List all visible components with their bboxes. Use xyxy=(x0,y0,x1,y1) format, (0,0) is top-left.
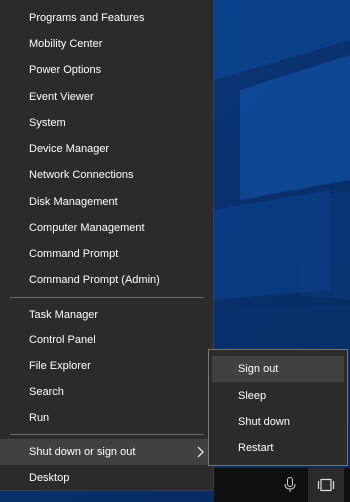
menu-item-run[interactable]: Run xyxy=(0,405,213,431)
menu-item-mobility-center[interactable]: Mobility Center xyxy=(0,31,213,57)
menu-item-desktop[interactable]: Desktop xyxy=(0,465,213,491)
menu-item-disk-management[interactable]: Disk Management xyxy=(0,189,213,215)
menu-separator xyxy=(10,297,204,298)
menu-item-search[interactable]: Search xyxy=(0,379,213,405)
submenu-item-sign-out[interactable]: Sign out xyxy=(212,356,344,382)
winx-menu: Programs and Features Mobility Center Po… xyxy=(0,0,214,491)
menu-item-file-explorer[interactable]: File Explorer xyxy=(0,353,213,379)
shutdown-submenu: Sign out Sleep Shut down Restart xyxy=(208,349,348,466)
menu-item-programs-and-features[interactable]: Programs and Features xyxy=(0,5,213,31)
menu-item-system[interactable]: System xyxy=(0,110,213,136)
menu-separator xyxy=(10,434,204,435)
task-view-button[interactable] xyxy=(308,468,344,502)
menu-item-power-options[interactable]: Power Options xyxy=(0,57,213,83)
menu-item-network-connections[interactable]: Network Connections xyxy=(0,162,213,188)
menu-item-computer-management[interactable]: Computer Management xyxy=(0,215,213,241)
chevron-right-icon xyxy=(197,446,204,458)
menu-item-task-manager[interactable]: Task Manager xyxy=(0,302,213,328)
submenu-item-restart[interactable]: Restart xyxy=(212,435,344,461)
menu-item-command-prompt[interactable]: Command Prompt xyxy=(0,241,213,267)
task-view-icon xyxy=(317,478,335,492)
microphone-button[interactable] xyxy=(272,468,308,502)
microphone-icon xyxy=(284,477,296,492)
menu-item-control-panel[interactable]: Control Panel xyxy=(0,327,213,353)
menu-item-label: Shut down or sign out xyxy=(29,446,136,458)
menu-item-device-manager[interactable]: Device Manager xyxy=(0,136,213,162)
submenu-item-shut-down[interactable]: Shut down xyxy=(212,409,344,435)
menu-item-shut-down-or-sign-out[interactable]: Shut down or sign out xyxy=(0,439,213,465)
menu-item-event-viewer[interactable]: Event Viewer xyxy=(0,84,213,110)
submenu-item-sleep[interactable]: Sleep xyxy=(212,383,344,409)
menu-item-command-prompt-admin[interactable]: Command Prompt (Admin) xyxy=(0,267,213,293)
taskbar xyxy=(214,468,350,502)
